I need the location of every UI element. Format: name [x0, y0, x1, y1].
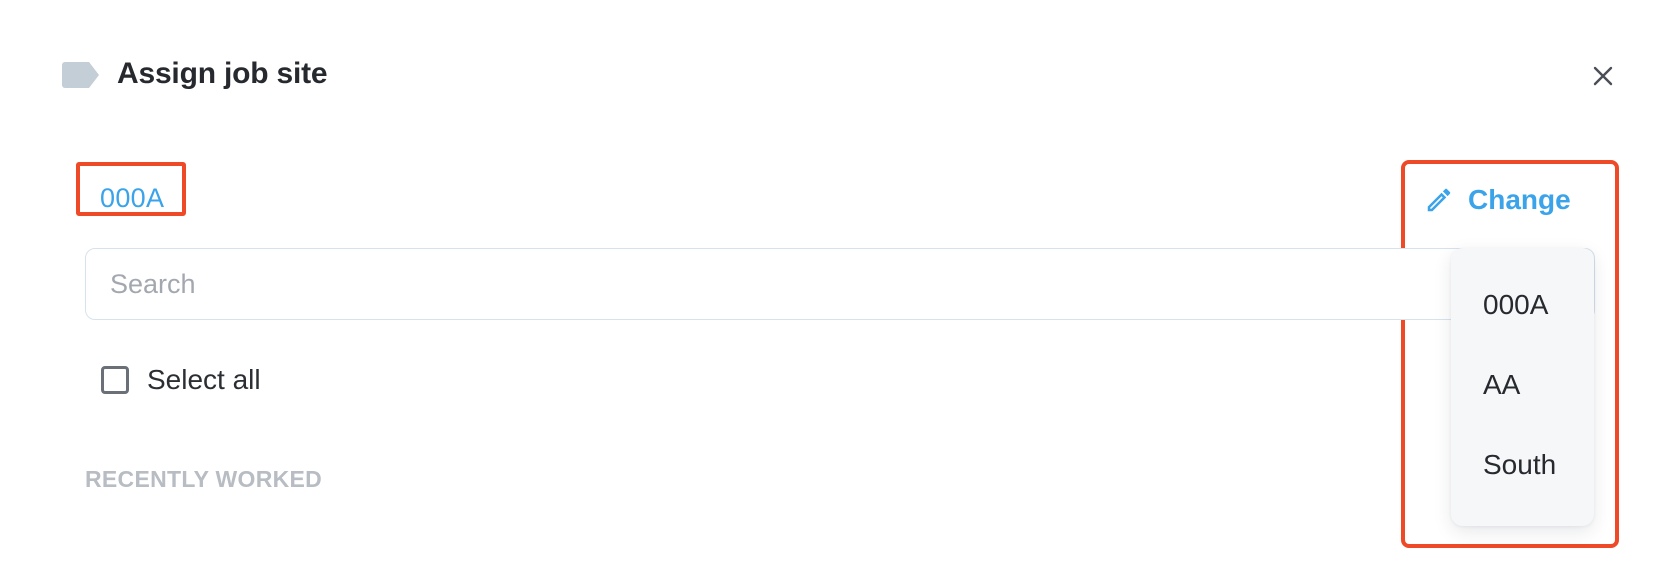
selected-site-link[interactable]: 000A: [100, 182, 164, 214]
dialog-title: Assign job site: [117, 57, 328, 90]
tag-icon: [62, 62, 99, 88]
select-all-checkbox[interactable]: [101, 366, 129, 394]
assign-job-site-dialog: Assign job site 000A Change Select all R…: [0, 0, 1666, 583]
close-button[interactable]: [1592, 65, 1614, 87]
change-button[interactable]: Change: [1424, 180, 1571, 220]
select-all-label: Select all: [147, 364, 261, 395]
dropdown-item-aa[interactable]: AA: [1483, 368, 1520, 402]
pencil-icon: [1427, 188, 1451, 212]
change-label: Change: [1468, 184, 1571, 215]
dropdown-item-000a[interactable]: 000A: [1483, 288, 1548, 322]
search-input[interactable]: [85, 248, 1595, 320]
recently-worked-heading: RECENTLY WORKED: [85, 466, 323, 492]
job-site-dropdown: 000A AA South: [1451, 248, 1594, 526]
dropdown-item-south[interactable]: South: [1483, 448, 1556, 482]
close-icon: [1593, 66, 1613, 86]
select-all-control[interactable]: Select all: [101, 364, 261, 396]
